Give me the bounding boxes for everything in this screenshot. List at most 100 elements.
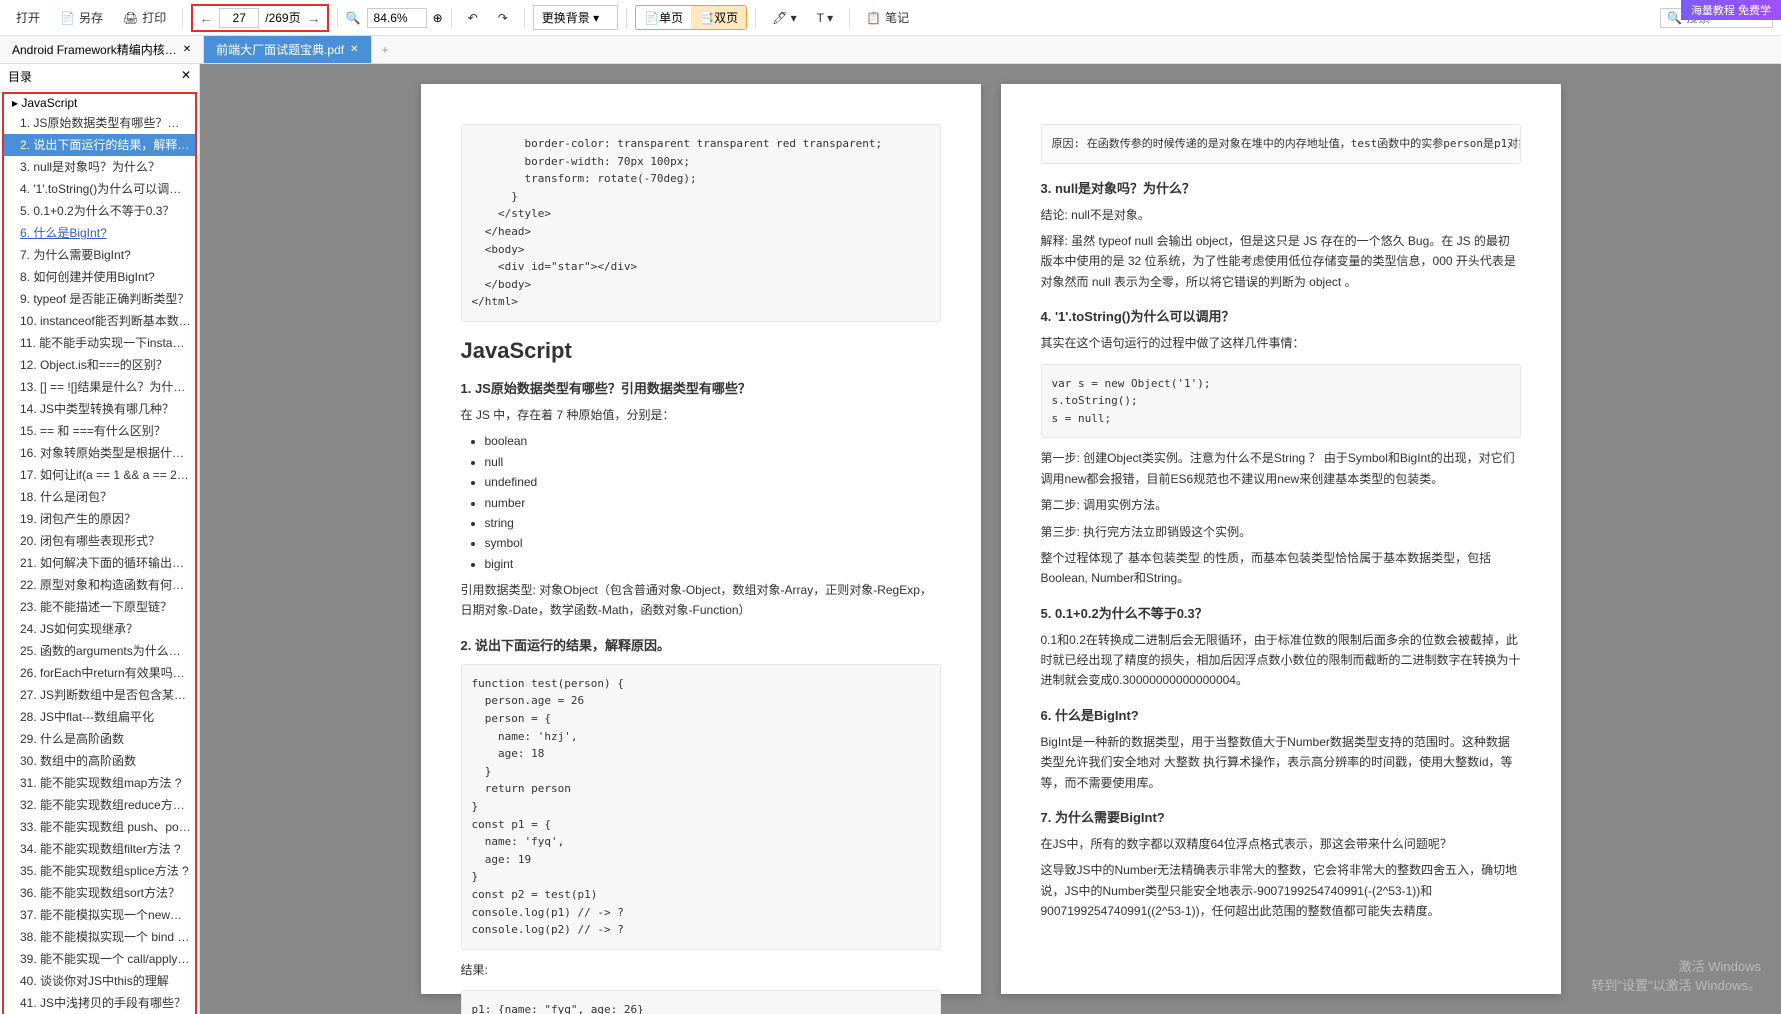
outline-item[interactable]: 4. '1'.toString()为什么可以调用？ [4,178,195,200]
outline-item[interactable]: 8. 如何创建并使用BigInt? [4,266,195,288]
code-block: border-color: transparent transparent re… [461,124,941,322]
outline-item[interactable]: 6. 什么是BigInt? [4,222,195,244]
note-button[interactable]: 📋 笔记 [858,5,917,30]
question-heading: 3. null是对象吗？为什么？ [1041,178,1521,197]
outline-item[interactable]: 37. 能不能模拟实现一个new的效果？ [4,904,195,926]
document-tabs: Android Framework精编内核…✕ 前端大厂面试题宝典.pdf✕ + [0,36,1781,64]
rotate-right-button[interactable]: ↷ [490,7,516,29]
paragraph: 第三步: 执行完方法立即销毁这个实例。 [1041,522,1521,542]
prev-page-button[interactable]: ← [199,10,213,26]
paragraph: 结果: [461,960,941,980]
outline-item[interactable]: 24. JS如何实现继承？ [4,618,195,640]
page-number-input[interactable] [219,8,259,28]
explanation-box: 原因: 在函数传参的时候传递的是对象在堆中的内存地址值，test函数中的实参pe… [1041,124,1521,164]
outline-item[interactable]: 16. 对象转原始类型是根据什么流程运 [4,442,195,464]
page-view-toggle: 📄单页 📑双页 [635,5,747,30]
page-total-label: /269页 [265,9,300,26]
outline-item[interactable]: 3. null是对象吗？为什么？ [4,156,195,178]
add-tab-button[interactable]: + [372,39,399,61]
question-heading: 4. '1'.toString()为什么可以调用？ [1041,306,1521,325]
zoom-controls: 🔍 84.6% ⊕ [346,8,443,28]
bullet-list: booleannullundefinednumberstringsymbolbi… [485,431,941,574]
highlight-tool[interactable]: 🖊 ▾ [764,7,805,29]
single-page-button[interactable]: 📄单页 [636,6,691,29]
outline-sidebar: 目录 ✕ ▸ JavaScript 1. JS原始数据类型有哪些？引用数据类2.… [0,64,200,1014]
print-button[interactable]: 🖨 打印 [115,5,174,30]
paragraph: 这导致JS中的Number无法精确表示非常大的整数，它会将非常大的整数四舍五入，… [1041,860,1521,921]
text-tool[interactable]: T ▾ [809,7,841,29]
list-item: boolean [485,431,941,451]
outline-item[interactable]: 10. instanceof能否判断基本数据类型 [4,310,195,332]
outline-item[interactable]: 11. 能不能手动实现一下instanceof的 [4,332,195,354]
outline-item[interactable]: 14. JS中类型转换有哪几种？ [4,398,195,420]
rotate-left-button[interactable]: ↶ [460,7,486,29]
paragraph: 在 JS 中，存在着 7 种原始值，分别是： [461,405,941,425]
list-item: undefined [485,472,941,492]
question-heading: 7. 为什么需要BigInt? [1041,807,1521,826]
zoom-out-button[interactable]: 🔍 [346,11,361,25]
outline-item[interactable]: 22. 原型对象和构造函数有何关系？ [4,574,195,596]
tab-frontend-interview[interactable]: 前端大厂面试题宝典.pdf✕ [204,36,371,63]
outline-item[interactable]: 34. 能不能实现数组filter方法 ? [4,838,195,860]
zoom-in-button[interactable]: ⊕ [433,11,443,25]
question-heading: 2. 说出下面运行的结果，解释原因。 [461,635,941,654]
open-button[interactable]: 打开 [8,5,48,30]
pdf-viewport[interactable]: border-color: transparent transparent re… [200,64,1781,1014]
outline-item[interactable]: 35. 能不能实现数组splice方法 ? [4,860,195,882]
sidebar-header: 目录 ✕ [0,64,199,90]
next-page-button[interactable]: → [307,10,321,26]
outline-item[interactable]: 32. 能不能实现数组reduce方法 ? [4,794,195,816]
outline-item[interactable]: 2. 说出下面运行的结果，解释原因。 [4,134,195,156]
list-item: string [485,513,941,533]
outline-item[interactable]: 17. 如何让if(a == 1 && a == 2)条件 [4,464,195,486]
code-block: function test(person) { person.age = 26 … [461,664,941,950]
outline-item[interactable]: 33. 能不能实现数组 push、pop 方法 [4,816,195,838]
outline-item[interactable]: 41. JS中浅拷贝的手段有哪些？ [4,992,195,1014]
close-icon[interactable]: ✕ [181,68,191,85]
outline-item[interactable]: 25. 函数的arguments为什么不是数组 [4,640,195,662]
pdf-page-right: 原因: 在函数传参的时候传递的是对象在堆中的内存地址值，test函数中的实参pe… [1001,84,1561,994]
code-block: p1: {name: "fyq", age: 26} p2: {name: "h… [461,990,941,1014]
outline-item[interactable]: 9. typeof 是否能正确判断类型？ [4,288,195,310]
close-icon[interactable]: ✕ [183,44,191,55]
outline-item[interactable]: 15. == 和 ===有什么区别？ [4,420,195,442]
pdf-page-left: border-color: transparent transparent re… [421,84,981,994]
outline-item[interactable]: 13. [] == ![]结果是什么？为什么？ [4,376,195,398]
paragraph: 其实在这个语句运行的过程中做了这样几件事情： [1041,333,1521,353]
outline-item[interactable]: 28. JS中flat---数组扁平化 [4,706,195,728]
question-heading: 1. JS原始数据类型有哪些？引用数据类型有哪些？ [461,378,941,397]
paragraph: 解释: 虽然 typeof null 会输出 object，但是这只是 JS 存… [1041,231,1521,292]
outline-item[interactable]: 5. 0.1+0.2为什么不等于0.3？ [4,200,195,222]
outline-item[interactable]: 38. 能不能模拟实现一个 bind 的效果 [4,926,195,948]
outline-item[interactable]: 18. 什么是闭包？ [4,486,195,508]
outline-item[interactable]: 31. 能不能实现数组map方法 ? [4,772,195,794]
paragraph: 引用数据类型: 对象Object（包含普通对象-Object，数组对象-Arra… [461,580,941,621]
double-page-button[interactable]: 📑双页 [691,6,746,29]
outline-item[interactable]: 27. JS判断数组中是否包含某个值 [4,684,195,706]
outline-item[interactable]: 40. 谈谈你对JS中this的理解 [4,970,195,992]
close-icon[interactable]: ✕ [350,44,358,55]
outline-item[interactable]: 20. 闭包有哪些表现形式？ [4,530,195,552]
zoom-level-select[interactable]: 84.6% [367,8,427,28]
list-item: symbol [485,533,941,553]
outline-item[interactable]: 23. 能不能描述一下原型链？ [4,596,195,618]
outline-item[interactable]: 39. 能不能实现一个 call/apply 函数？ [4,948,195,970]
paragraph: 整个过程体现了 基本包装类型 的性质，而基本包装类型恰恰属于基本数据类型，包括B… [1041,548,1521,589]
outline-root[interactable]: ▸ JavaScript [4,94,195,112]
outline-item[interactable]: 21. 如何解决下面的循环输出问题？ [4,552,195,574]
page-navigator: ← /269页 → [191,4,328,32]
paragraph: 第一步: 创建Object类实例。注意为什么不是String ？ 由于Symbo… [1041,448,1521,489]
code-block: var s = new Object('1'); s.toString(); s… [1041,364,1521,439]
tab-android-framework[interactable]: Android Framework精编内核…✕ [0,36,204,63]
promo-banner[interactable]: 海量教程 免费学 [1681,0,1781,20]
outline-item[interactable]: 30. 数组中的高阶函数 [4,750,195,772]
save-as-button[interactable]: 📄 另存 [52,5,111,30]
outline-item[interactable]: 29. 什么是高阶函数 [4,728,195,750]
outline-item[interactable]: 7. 为什么需要BigInt? [4,244,195,266]
outline-item[interactable]: 36. 能不能实现数组sort方法？ [4,882,195,904]
change-background-dropdown[interactable]: 更换背景 ▾ [533,5,618,30]
outline-item[interactable]: 12. Object.is和===的区别？ [4,354,195,376]
outline-item[interactable]: 1. JS原始数据类型有哪些？引用数据类 [4,112,195,134]
outline-item[interactable]: 19. 闭包产生的原因？ [4,508,195,530]
outline-item[interactable]: 26. forEach中return有效果吗？如何中 [4,662,195,684]
